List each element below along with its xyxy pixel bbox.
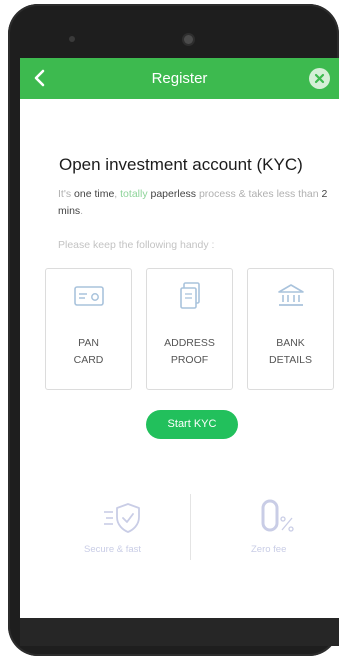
shield-check-icon <box>104 503 140 533</box>
kyc-description: It's one time, totally paperless process… <box>58 188 328 217</box>
phone-frame: Register Open investment account (KYC) I… <box>8 4 339 656</box>
document-card-bank[interactable]: BANK DETAILS <box>247 268 334 390</box>
start-kyc-button[interactable]: Start KYC <box>146 410 238 439</box>
handy-instruction: Please keep the following handy : <box>58 239 215 251</box>
speaker <box>69 36 75 42</box>
page-title: Register <box>151 70 208 87</box>
feature-label: Zero fee <box>251 544 287 555</box>
navigation-bar <box>20 618 339 646</box>
document-card-address[interactable]: ADDRESS PROOF <box>146 268 233 390</box>
header-bar: Register <box>20 58 339 99</box>
document-icon <box>179 282 200 309</box>
zero-percent-icon <box>261 499 294 532</box>
card-label: BANK DETAILS <box>269 337 312 366</box>
card-label: PAN CARD <box>73 337 104 366</box>
card-label: ADDRESS PROOF <box>164 337 215 366</box>
kyc-title: Open investment account (KYC) <box>59 155 303 174</box>
close-button[interactable] <box>309 68 330 89</box>
front-camera <box>184 35 193 44</box>
document-card-pan[interactable]: PAN CARD <box>45 268 132 390</box>
feature-divider <box>190 494 191 560</box>
bank-icon <box>277 284 304 306</box>
feature-label: Secure & fast <box>84 544 142 555</box>
card-icon <box>73 286 104 306</box>
app-screen: Register Open investment account (KYC) I… <box>20 58 339 618</box>
close-icon <box>314 73 325 84</box>
